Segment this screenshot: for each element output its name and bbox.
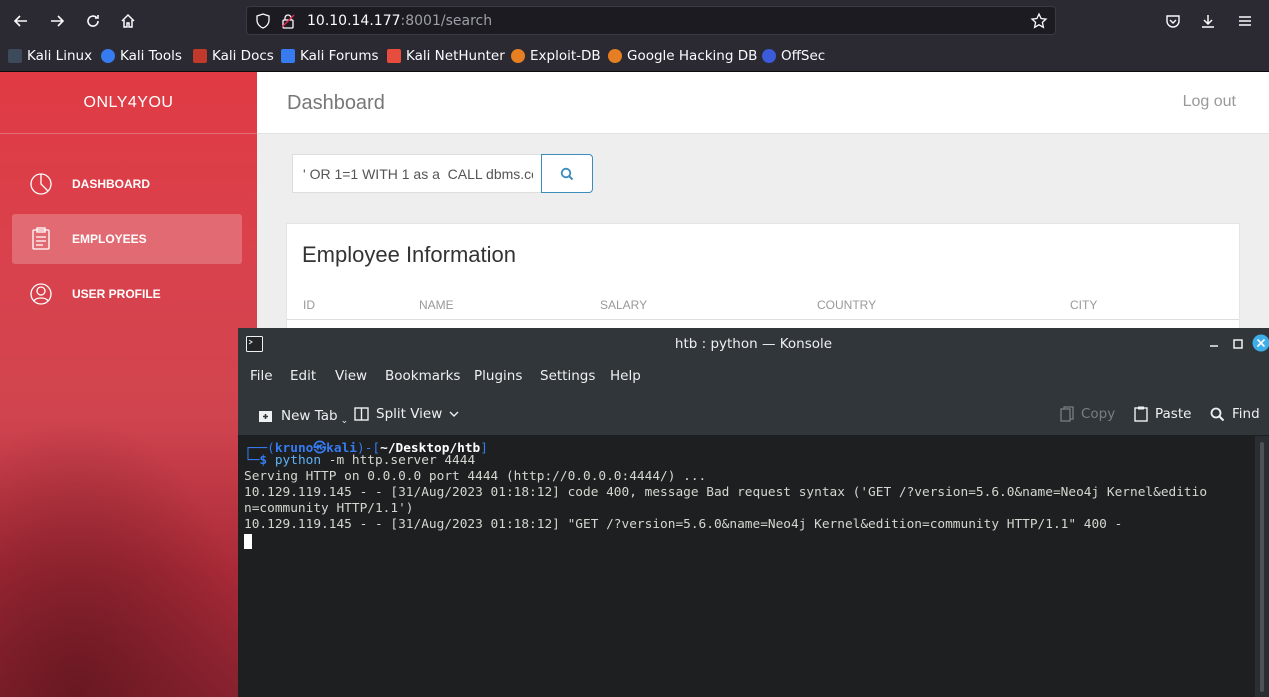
new-tab-dropdown-icon[interactable]: ⌄ bbox=[341, 416, 349, 426]
nethunter-icon bbox=[387, 49, 401, 63]
column-header-salary: SALARY bbox=[600, 298, 648, 312]
column-header-name: NAME bbox=[419, 298, 454, 312]
reload-icon[interactable] bbox=[80, 8, 106, 34]
exploit-db-icon bbox=[511, 49, 525, 63]
kali-forums-icon bbox=[281, 49, 295, 63]
menu-help[interactable]: Help bbox=[610, 368, 641, 384]
column-header-city: CITY bbox=[1070, 298, 1098, 312]
paste-icon bbox=[1134, 406, 1148, 422]
pie-chart-icon bbox=[30, 173, 52, 195]
user-icon bbox=[30, 283, 52, 305]
brand-logo[interactable]: ONLY4YOU bbox=[0, 72, 257, 134]
nav-employees-label: EMPLOYEES bbox=[72, 232, 147, 246]
find-button[interactable]: Find bbox=[1210, 406, 1260, 422]
output-line: 10.129.119.145 - - [31/Aug/2023 01:18:12… bbox=[244, 517, 1123, 532]
bookmark-kali-docs[interactable]: Kali Docs bbox=[193, 48, 274, 64]
shield-icon[interactable] bbox=[255, 13, 271, 29]
ghdb-icon bbox=[608, 49, 622, 63]
copy-icon bbox=[1060, 406, 1074, 422]
nav-dashboard-label: DASHBOARD bbox=[72, 177, 150, 191]
konsole-menubar: File Edit View Bookmarks Plugins Setting… bbox=[238, 360, 1269, 392]
offsec-icon bbox=[762, 49, 776, 63]
bookmark-exploit-db[interactable]: Exploit-DB bbox=[511, 48, 601, 64]
output-line: n=community HTTP/1.1') bbox=[244, 501, 414, 516]
search-button[interactable] bbox=[541, 154, 593, 193]
sidebar: ONLY4YOU DASHBOARD EMPLOYEES USER PROFIL… bbox=[0, 72, 257, 697]
kali-docs-icon bbox=[193, 49, 207, 63]
browser-toolbar: 10.10.14.177:8001/search bbox=[0, 0, 1269, 42]
maximize-icon[interactable] bbox=[1232, 338, 1244, 350]
find-icon bbox=[1210, 407, 1225, 421]
nav-user-profile[interactable]: USER PROFILE bbox=[12, 269, 242, 319]
downloads-icon[interactable] bbox=[1195, 8, 1221, 34]
konsole-titlebar[interactable]: htb : python — Konsole bbox=[238, 328, 1269, 360]
close-icon[interactable] bbox=[1252, 334, 1269, 352]
nav-user-profile-label: USER PROFILE bbox=[72, 287, 161, 301]
konsole-title: htb : python — Konsole bbox=[674, 336, 833, 352]
clipboard-icon bbox=[32, 227, 50, 250]
home-icon[interactable] bbox=[115, 8, 141, 34]
minimize-icon[interactable] bbox=[1208, 338, 1220, 350]
terminal-output[interactable]: ┌──(kruno㉿kali)-[~/Desktop/htb] └─$ pyth… bbox=[238, 436, 1255, 697]
url-bar[interactable]: 10.10.14.177:8001/search bbox=[246, 6, 1056, 35]
url-text[interactable]: 10.10.14.177:8001/search bbox=[307, 13, 492, 29]
terminal-cursor bbox=[244, 534, 252, 549]
new-tab-button[interactable]: New Tab ⌄ bbox=[258, 406, 348, 426]
konsole-toolbar: New Tab ⌄ Split View Copy Paste Find bbox=[238, 392, 1269, 436]
kali-dragon-icon bbox=[8, 49, 22, 63]
page-title: Dashboard bbox=[287, 92, 385, 114]
bookmarks-bar: Kali Linux Kali Tools Kali Docs Kali For… bbox=[0, 42, 1269, 72]
nav-dashboard[interactable]: DASHBOARD bbox=[12, 159, 242, 209]
menu-file[interactable]: File bbox=[250, 368, 273, 384]
card-title: Employee Information bbox=[302, 242, 516, 267]
kali-tools-icon bbox=[101, 49, 115, 63]
forward-arrow-icon[interactable] bbox=[44, 8, 70, 34]
insecure-lock-icon[interactable] bbox=[280, 13, 296, 29]
search-icon bbox=[560, 167, 574, 180]
menu-settings[interactable]: Settings bbox=[540, 368, 595, 384]
bookmark-google-hacking-db[interactable]: Google Hacking DB bbox=[608, 48, 757, 64]
split-view-button[interactable]: Split View bbox=[354, 406, 459, 422]
scrollbar-thumb[interactable] bbox=[1260, 442, 1264, 692]
konsole-window: htb : python — Konsole File Edit View Bo… bbox=[238, 328, 1269, 697]
prompt-line-2: └─$ python -m http.server 4444 bbox=[244, 453, 476, 468]
employee-card: Employee Information ID NAME SALARY COUN… bbox=[286, 223, 1240, 343]
new-tab-icon bbox=[259, 411, 272, 422]
logout-link[interactable]: Log out bbox=[1183, 93, 1236, 111]
bookmark-kali-tools[interactable]: Kali Tools bbox=[101, 48, 182, 64]
bookmark-star-icon[interactable] bbox=[1030, 12, 1048, 30]
main-header: Dashboard Log out bbox=[257, 72, 1269, 134]
split-view-icon bbox=[354, 407, 369, 421]
bookmark-kali-nethunter[interactable]: Kali NetHunter bbox=[387, 48, 505, 64]
menu-bookmarks[interactable]: Bookmarks bbox=[385, 368, 460, 384]
menu-view[interactable]: View bbox=[335, 368, 367, 384]
search-field[interactable] bbox=[292, 154, 543, 193]
column-header-id: ID bbox=[303, 298, 315, 312]
menu-plugins[interactable]: Plugins bbox=[474, 368, 522, 384]
copy-button[interactable]: Copy bbox=[1060, 406, 1115, 422]
bookmark-offsec[interactable]: OffSec bbox=[762, 48, 825, 64]
chevron-down-icon bbox=[449, 411, 459, 417]
bookmark-kali-linux[interactable]: Kali Linux bbox=[8, 48, 92, 64]
output-line: 10.129.119.145 - - [31/Aug/2023 01:18:12… bbox=[244, 485, 1208, 500]
bookmark-kali-forums[interactable]: Kali Forums bbox=[281, 48, 379, 64]
paste-button[interactable]: Paste bbox=[1134, 406, 1191, 422]
table-header-divider bbox=[287, 319, 1239, 320]
menu-edit[interactable]: Edit bbox=[290, 368, 316, 384]
search-input[interactable] bbox=[293, 155, 543, 192]
back-arrow-icon[interactable] bbox=[8, 8, 34, 34]
column-header-country: COUNTRY bbox=[817, 298, 877, 312]
pocket-icon[interactable] bbox=[1160, 8, 1186, 34]
hamburger-menu-icon[interactable] bbox=[1232, 8, 1258, 34]
output-line: Serving HTTP on 0.0.0.0 port 4444 (http:… bbox=[244, 469, 707, 484]
terminal-scrollbar[interactable] bbox=[1255, 436, 1269, 697]
nav-employees[interactable]: EMPLOYEES bbox=[12, 214, 242, 264]
